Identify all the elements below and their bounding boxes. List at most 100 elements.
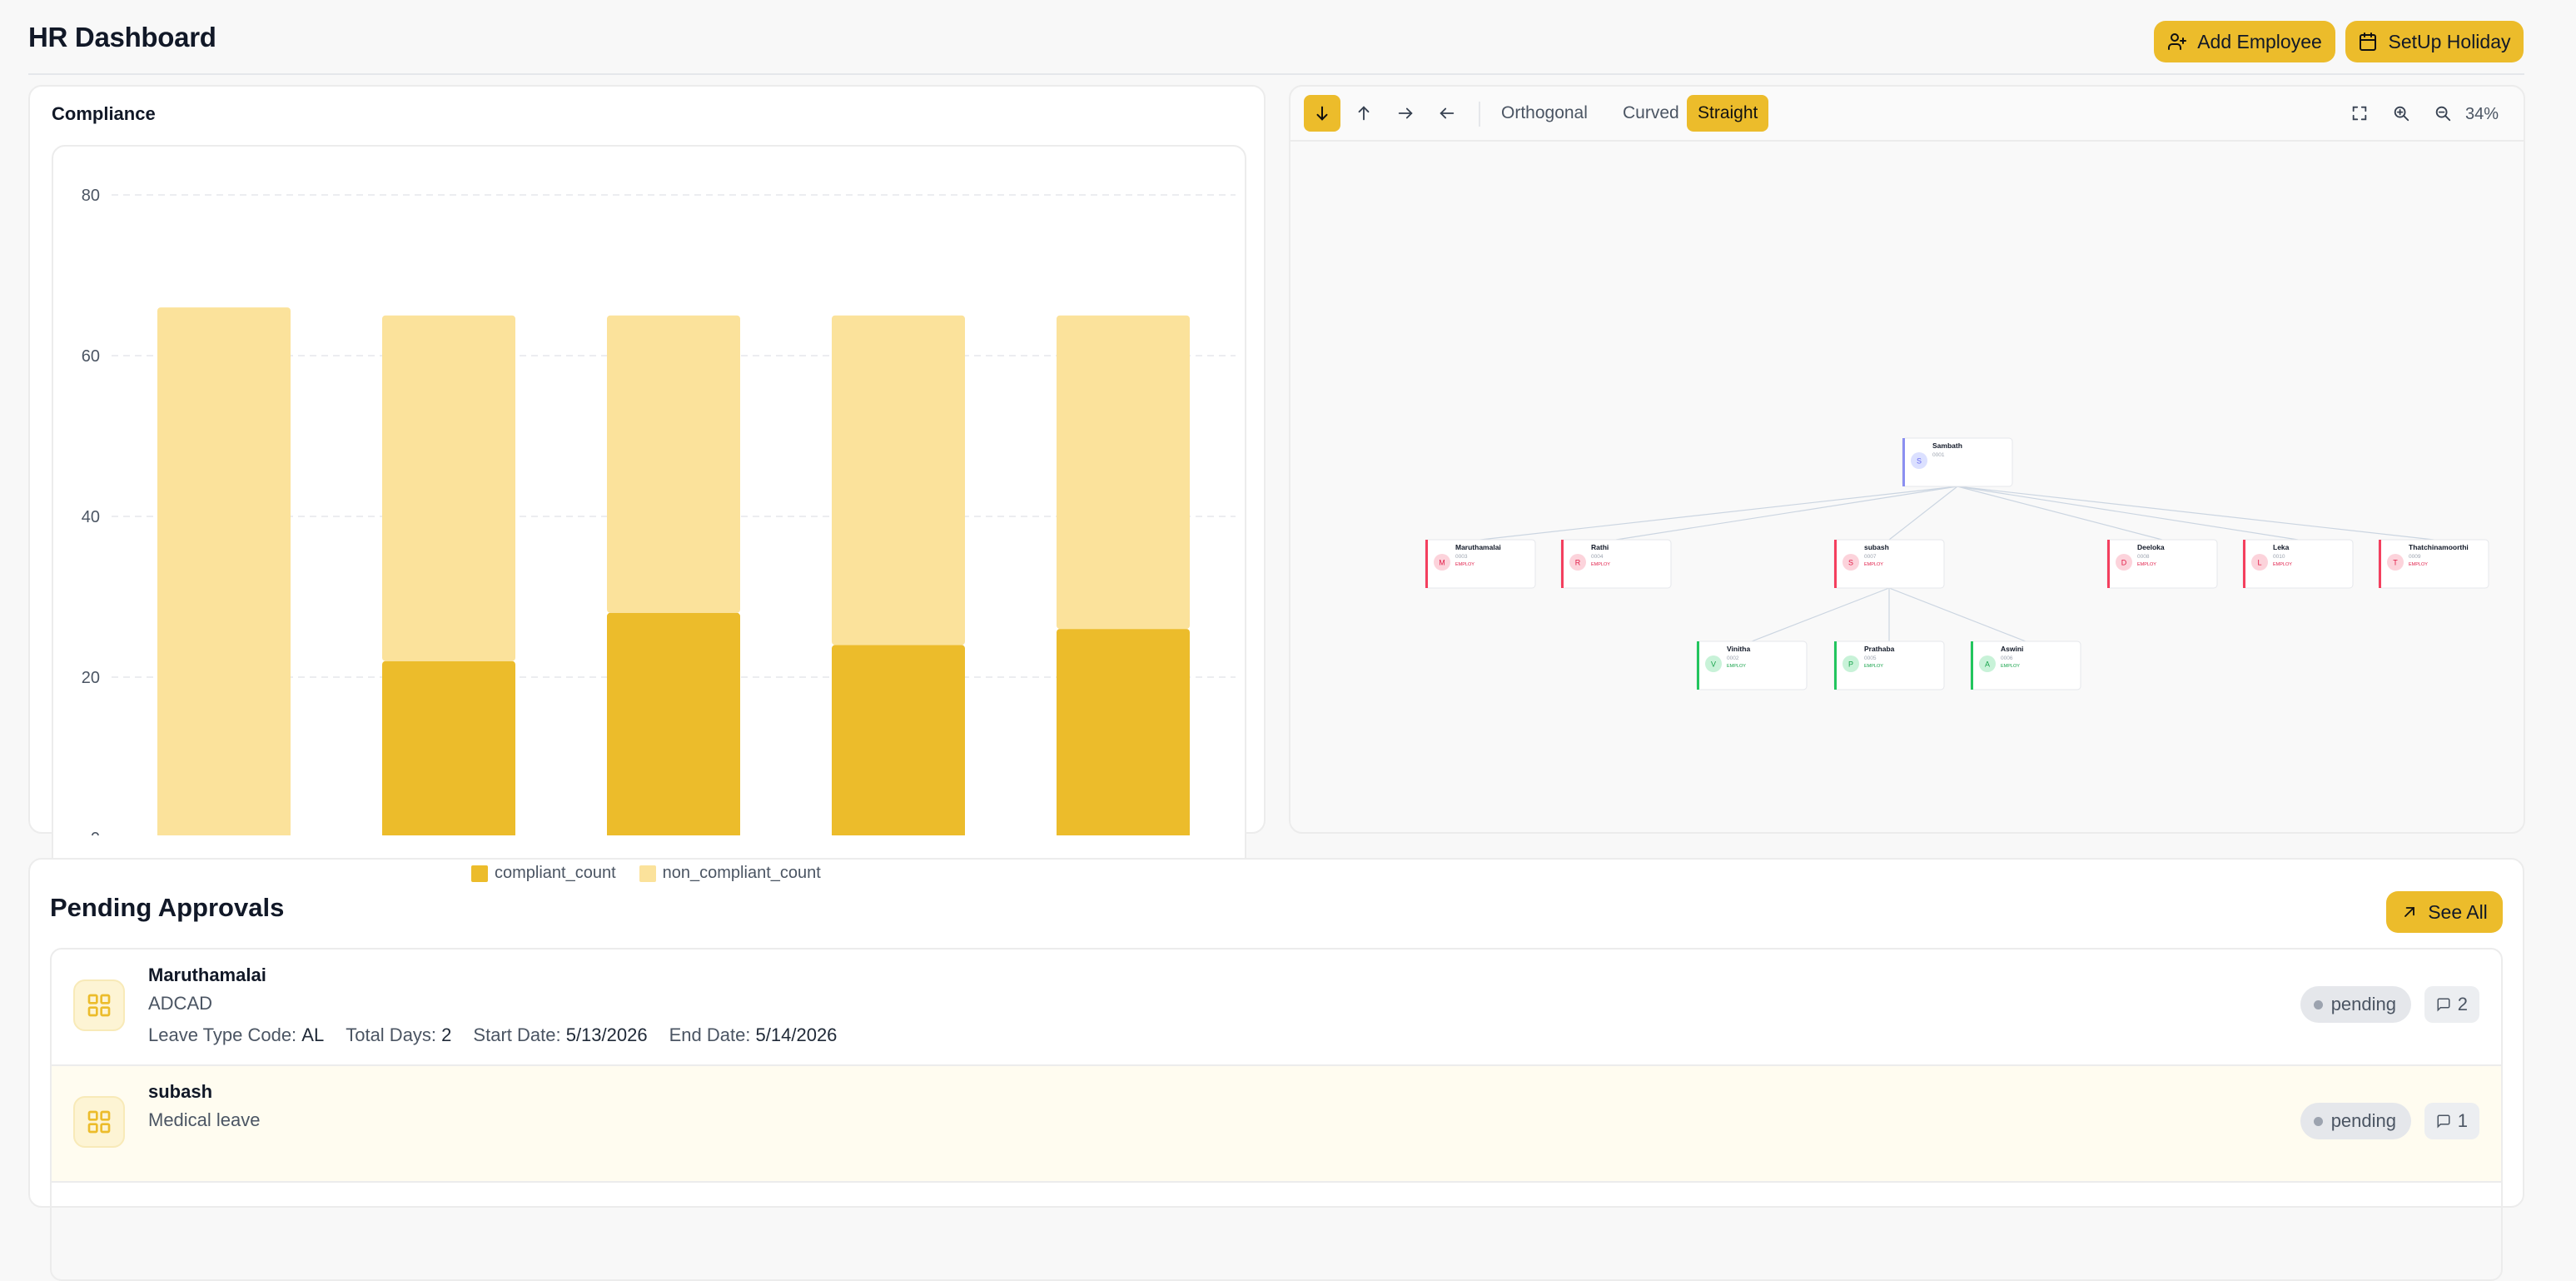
legend-compliant[interactable]: compliant_count [471,864,616,883]
approval-item[interactable]: Maruthamalai ADCAD Leave Type Code: AL T… [52,950,2501,1066]
calendar-icon [2360,32,2377,51]
node-accent-bar [1971,641,1973,690]
org-node[interactable]: D Deeloka 0008 EMPLOY [2106,539,2218,589]
tree-edge [1888,587,2026,642]
org-node[interactable]: S Sambath 0001 [1902,437,2013,487]
arrow-up-icon [1358,106,1370,121]
bar-segment-non-compliant-count[interactable] [832,315,965,645]
org-node[interactable]: P Prathaba 0005 EMPLOY [1833,640,1945,690]
page-header: HR Dashboard Add Employee SetUp Holiday [28,0,2524,75]
node-role-tag: EMPLOY [2137,562,2156,567]
org-tree-card: Orthogonal Curved Straight 34% S Sambath 0… [1289,85,2525,834]
setup-holiday-label: SetUp Holiday [2388,30,2511,52]
node-code: 0003 [1455,554,1468,560]
bar-segment-non-compliant-count[interactable] [382,315,515,661]
message-icon [2437,1114,2450,1129]
legend-non-compliant[interactable]: non_compliant_count [639,864,821,883]
message-icon [2437,998,2450,1012]
y-tick-label: 60 [82,347,100,366]
tree-edge [1751,587,1890,642]
bar-segment-non-compliant-count[interactable] [1057,315,1190,630]
org-node[interactable]: M Maruthamalai 0003 EMPLOY [1425,539,1536,589]
curved-option[interactable]: Curved [1612,95,1690,132]
org-node[interactable]: Ssubash 0007 EMPLOY [1833,539,1945,589]
org-node[interactable]: A Aswini 0006 EMPLOY [1970,640,2081,690]
zoom-in-button[interactable] [2383,95,2419,132]
chart-container: 0 20 40 60 80 [52,145,1246,895]
y-tick-label: 40 [82,508,100,526]
node-role-tag: EMPLOY [1727,664,1746,669]
page-title: HR Dashboard [28,22,216,52]
node-accent-bar [1834,641,1837,690]
fit-screen-button[interactable] [2341,95,2378,132]
legend-swatch [471,865,488,882]
node-code: 0001 [1932,452,1945,458]
add-employee-button[interactable]: Add Employee [2154,21,2335,62]
straight-option[interactable]: Straight [1687,95,1769,132]
layout-right-button[interactable] [1387,95,1424,132]
approval-item[interactable]: subash Medical leave pending 1 [52,1066,2501,1183]
node-initial: V [1711,660,1716,669]
node-code: 0005 [1864,655,1877,661]
org-node[interactable]: L Leka 0010 EMPLOY [2242,539,2354,589]
status-dot [2313,1116,2323,1126]
node-initial: S [1848,559,1853,567]
tree-edge [1615,486,1958,541]
node-name: Rathi [1591,543,1609,551]
pending-approvals-card: Pending Approvals See All Maruthamalai A… [28,858,2524,1281]
orthogonal-option[interactable]: Orthogonal [1490,95,1599,132]
zoom-out-button[interactable] [2424,95,2461,132]
legend-swatch [639,865,656,882]
tree-edge [1957,486,2299,541]
node-name: Vinitha [1727,645,1750,653]
node-initial: A [1985,660,1990,669]
see-all-button[interactable]: See All [2386,891,2503,933]
toolbar-divider [1479,102,1480,127]
bar-segment-compliant-count[interactable] [382,660,515,838]
setup-holiday-button[interactable]: SetUp Holiday [2345,21,2524,62]
node-code: 0009 [2409,554,2421,560]
add-employee-label: Add Employee [2197,30,2322,52]
status-badge: pending [2300,986,2411,1023]
node-code: 0004 [1591,554,1604,560]
layout-up-button[interactable] [1345,95,1382,132]
node-role-tag: EMPLOY [1591,562,1610,567]
layout-left-button[interactable] [1429,95,1465,132]
node-accent-bar [2107,540,2110,588]
bar-segment-compliant-count[interactable] [1057,629,1190,838]
approval-list: Maruthamalai ADCAD Leave Type Code: AL T… [50,948,2503,1281]
leave-type: Medical leave [148,1109,261,1130]
comments-badge[interactable]: 1 [2424,1103,2479,1139]
node-name: Prathaba [1864,645,1895,653]
tree-edge [1888,486,1958,541]
node-name: Maruthamalai [1455,543,1501,551]
node-name: Aswini [2001,645,2023,653]
see-all-label: See All [2428,900,2488,923]
org-tree-canvas[interactable]: S Sambath 0001 M Maruthamalai 0003 EMPLOY R Rath… [1290,142,2524,833]
org-node[interactable]: T Thatchinamoorthi 0009 EMPLOY [2378,539,2489,589]
bar-segment-compliant-count[interactable] [832,645,965,838]
comments-badge[interactable]: 2 [2424,986,2479,1023]
bar-segment-non-compliant-count[interactable] [607,315,740,613]
arrow-right-icon [1398,107,1413,119]
node-code: 0002 [1727,655,1739,661]
node-initial: M [1439,559,1445,567]
y-tick-label: 80 [82,187,100,205]
node-name: subash [1864,543,1889,551]
leave-code: Leave Type Code: AL [148,1024,325,1045]
status-dot [2313,999,2323,1009]
layout-down-button[interactable] [1304,95,1340,132]
bar-segment-non-compliant-count[interactable] [157,307,291,839]
node-code: 0008 [2137,554,2150,560]
compliance-card: Compliance 0 20 40 60 80 [28,85,1266,895]
node-accent-bar [1425,540,1428,588]
chart-legend: compliant_count non_compliant_count [471,864,821,883]
bar-segment-compliant-count[interactable] [607,612,740,838]
leave-details: Leave Type Code: AL Total Days: 2 Start … [148,1024,837,1046]
org-node[interactable]: R Rathi 0004 EMPLOY [1560,539,1672,589]
node-initial: D [2121,559,2127,567]
org-node[interactable]: V Vinitha 0002 EMPLOY [1696,640,1808,690]
compliance-bar-chart: 0 20 40 60 80 [82,187,1236,848]
node-name: Sambath [1932,441,1962,450]
start-date: Start Date: 5/13/2026 [473,1024,648,1045]
